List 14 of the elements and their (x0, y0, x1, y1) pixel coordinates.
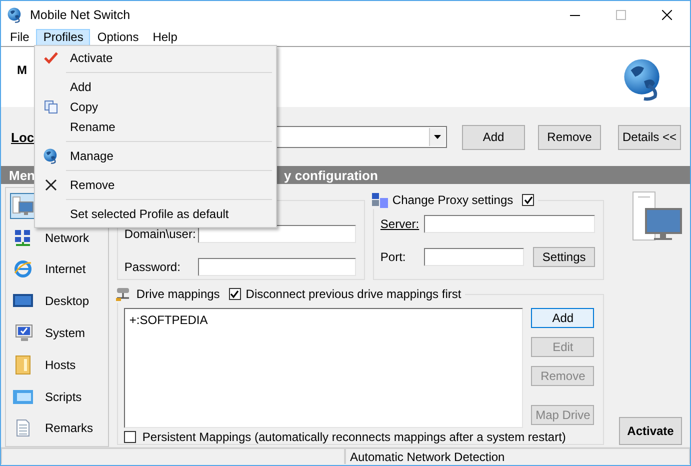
checkbox-label: Disconnect previous drive mappings first (246, 287, 462, 301)
location-label: Loc (11, 130, 36, 145)
field-label: Domain\user: (124, 227, 197, 241)
status-text: Automatic Network Detection (345, 448, 690, 464)
checkbox-label: Persistent Mappings (automatically reconnects mappings after a system restart) (142, 430, 566, 444)
field-label: Password: (124, 260, 182, 274)
section-title: Men (9, 168, 36, 183)
field-label: Server: (380, 217, 420, 231)
section-title: y configuration (284, 168, 378, 183)
group-title: Change Proxy settings (392, 193, 514, 207)
group-title: Drive mappings (136, 287, 220, 301)
field-label: Port: (380, 250, 407, 264)
window-title: Mobile Net Switch (30, 8, 130, 22)
header-title: M (17, 63, 27, 77)
